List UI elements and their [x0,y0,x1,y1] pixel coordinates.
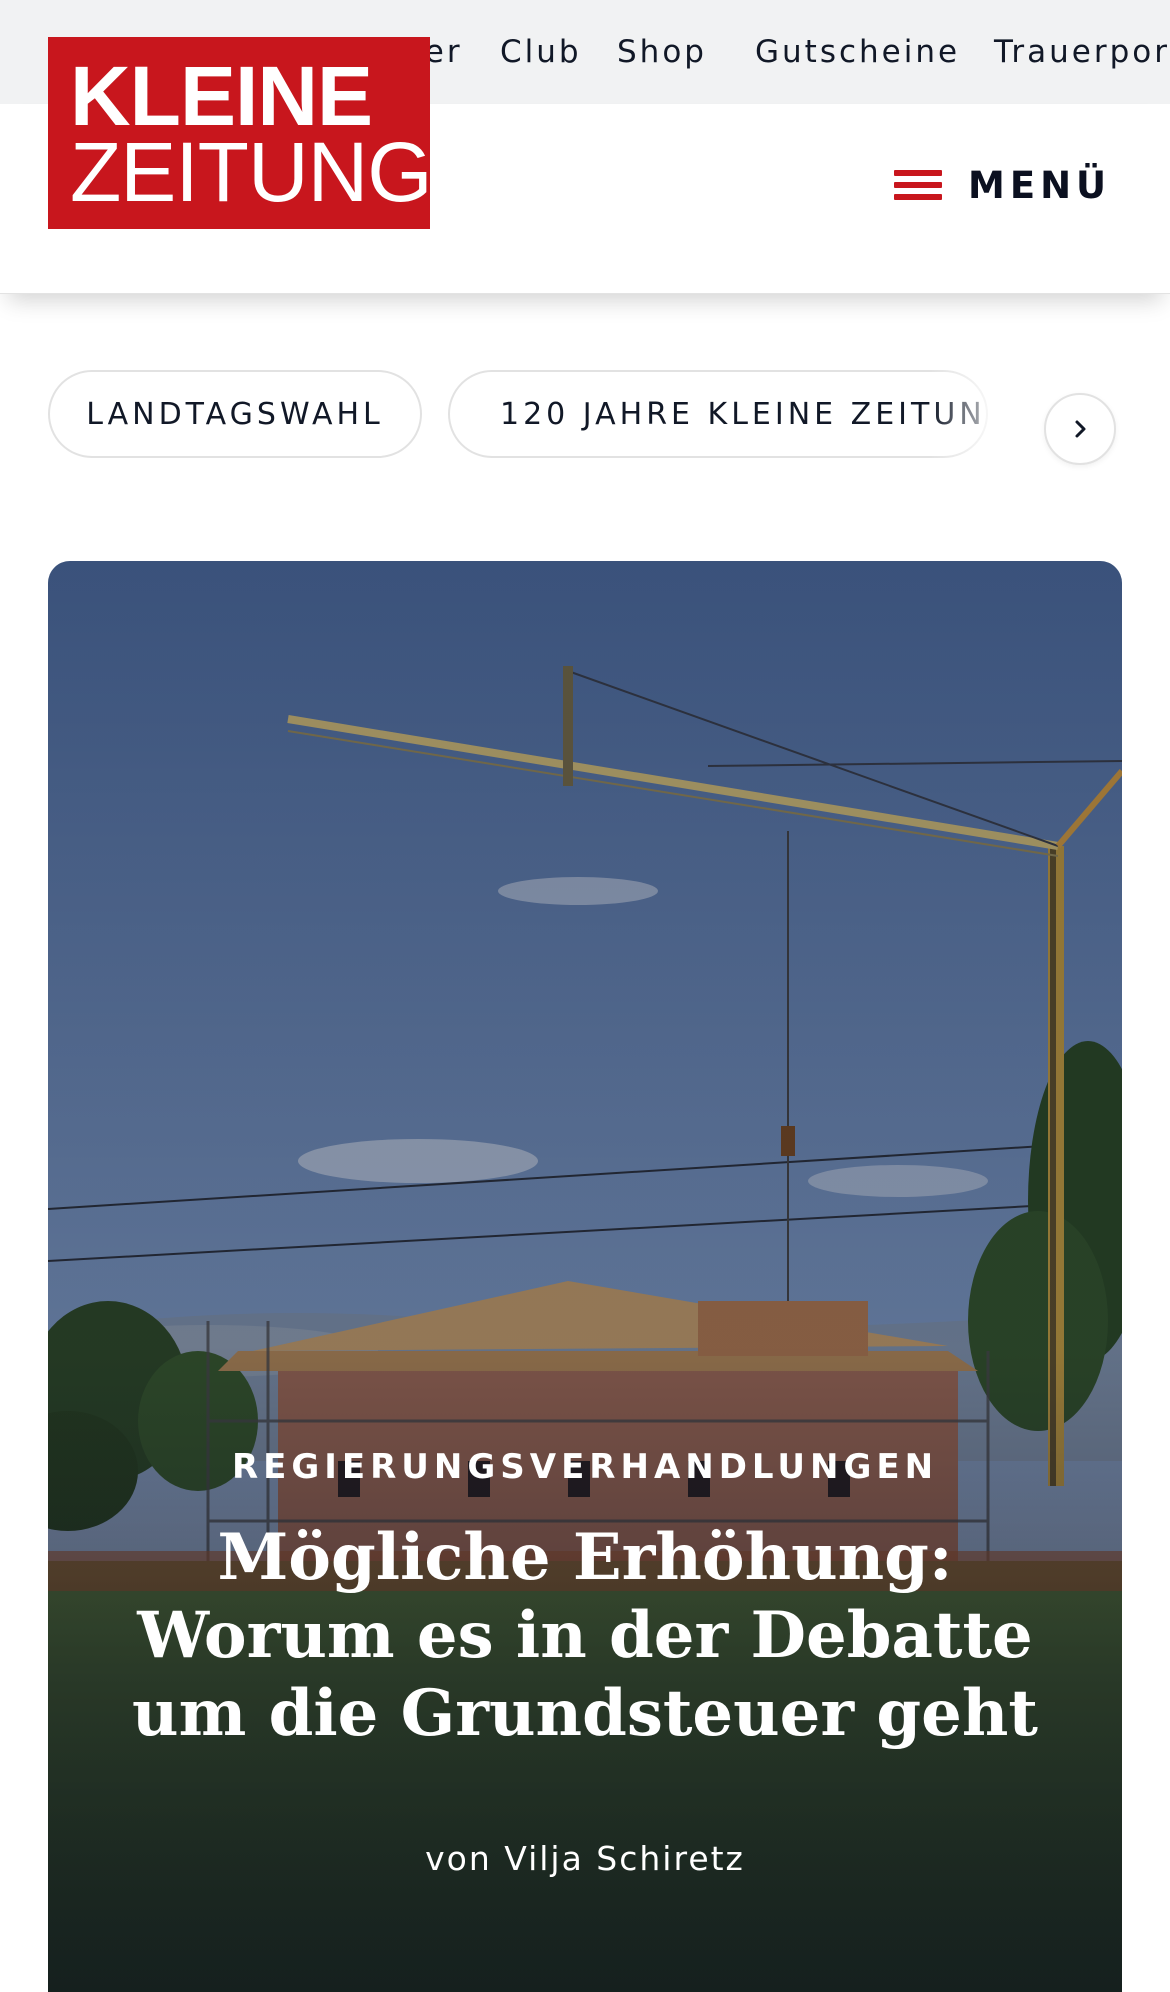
article-byline: von Vilja Schiretz [425,1839,745,1878]
chip-landtagswahl[interactable]: LANDTAGSWAHL [48,370,422,458]
article-headline[interactable]: Mögliche Erhöhung: Worum es in der Debat… [128,1519,1042,1753]
hero-image-overlay [48,561,1122,1992]
chevron-right-icon [1075,420,1086,438]
article-kicker: REGIERUNGSVERHANDLUNGEN [231,1447,939,1487]
hamburger-icon [894,166,944,204]
menu-button[interactable]: MENÜ [894,160,1111,210]
hero-article[interactable]: REGIERUNGSVERHANDLUNGEN Mögliche Erhöhun… [48,561,1122,1992]
topbar-link-shop[interactable]: Shop [617,0,707,104]
chips-fade [930,360,1040,470]
chips-next-button[interactable] [1044,393,1116,465]
topbar-link-gutscheine[interactable]: Gutscheine [755,0,960,104]
topbar-link-club[interactable]: Club [500,0,582,104]
menu-label: MENÜ [968,163,1112,207]
topic-chips: LANDTAGSWAHL 120 JAHRE KLEINE ZEITUNG [0,360,1170,470]
kleine-zeitung-logo[interactable]: KLEINE ZEITUNG [48,37,433,229]
topbar-link-trauerportal[interactable]: Trauerportal [994,0,1170,104]
logo-text-zeitung: ZEITUNG [70,125,433,219]
chip-120-jahre[interactable]: 120 JAHRE KLEINE ZEITUNG [448,370,988,458]
